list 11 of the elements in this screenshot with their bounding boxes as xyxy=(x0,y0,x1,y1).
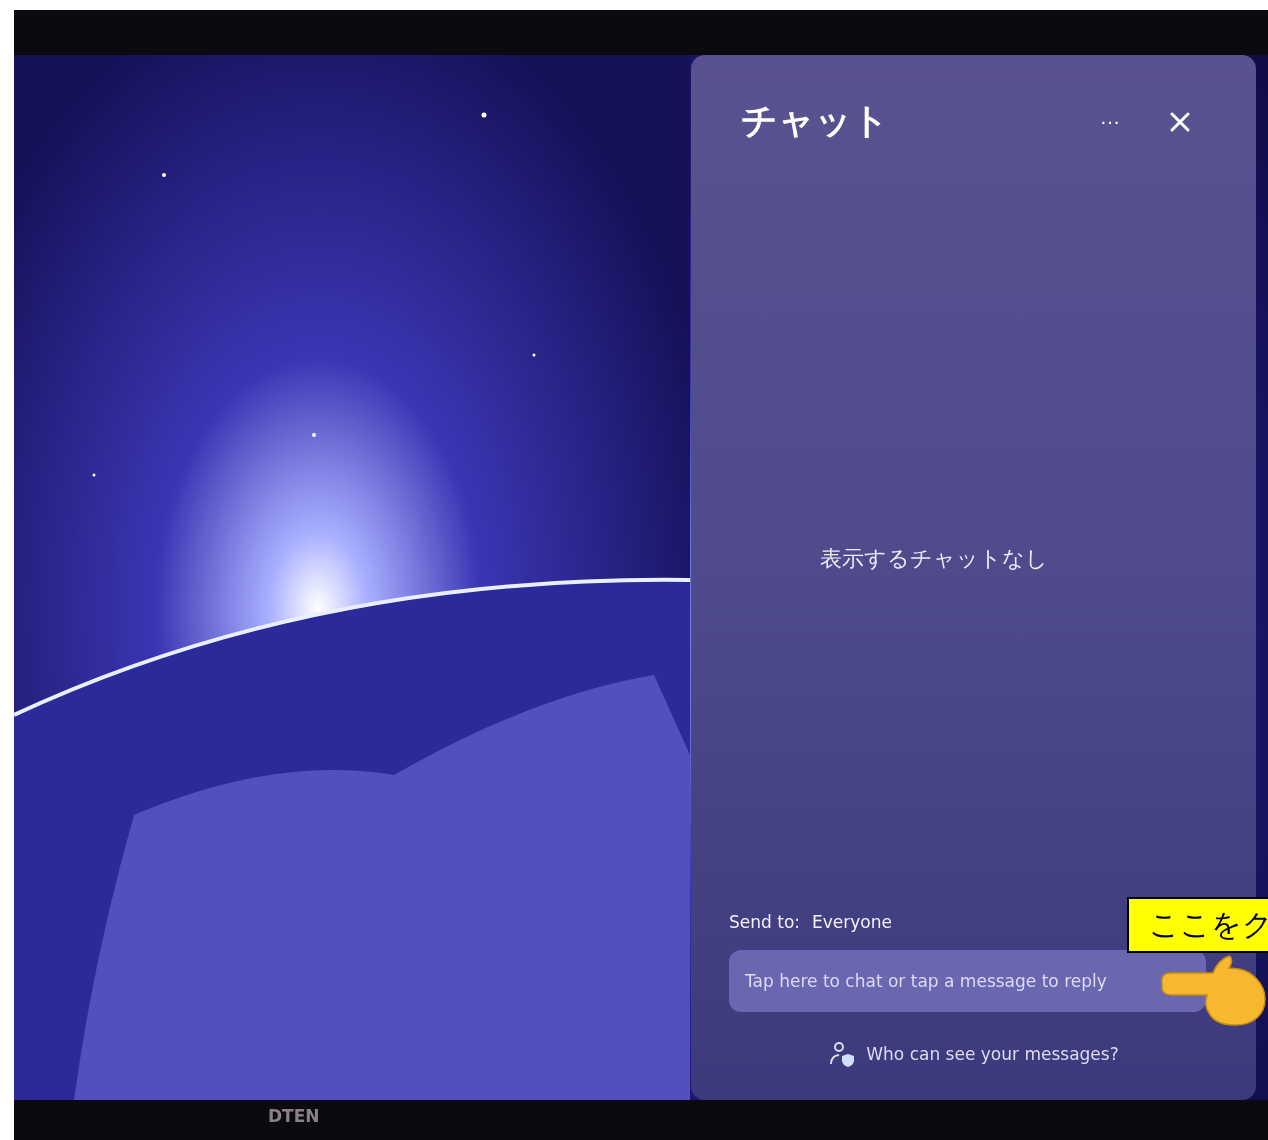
chat-input-field[interactable]: Tap here to chat or tap a message to reply xyxy=(729,950,1206,1012)
callout-label: ここをク xyxy=(1127,897,1268,953)
pointing-hand-icon xyxy=(1158,954,1268,1026)
privacy-link[interactable]: Who can see your messages? xyxy=(691,1012,1256,1100)
send-to-label: Send to: xyxy=(729,912,800,932)
bezel-logo: DTEN xyxy=(268,1106,320,1128)
person-shield-icon xyxy=(828,1040,857,1068)
recipient-value[interactable]: Everyone xyxy=(812,912,892,932)
chat-title: チャット xyxy=(741,99,890,143)
empty-chat-message: 表示するチャットなし xyxy=(819,545,1048,573)
more-button[interactable]: ··· xyxy=(1096,106,1124,137)
